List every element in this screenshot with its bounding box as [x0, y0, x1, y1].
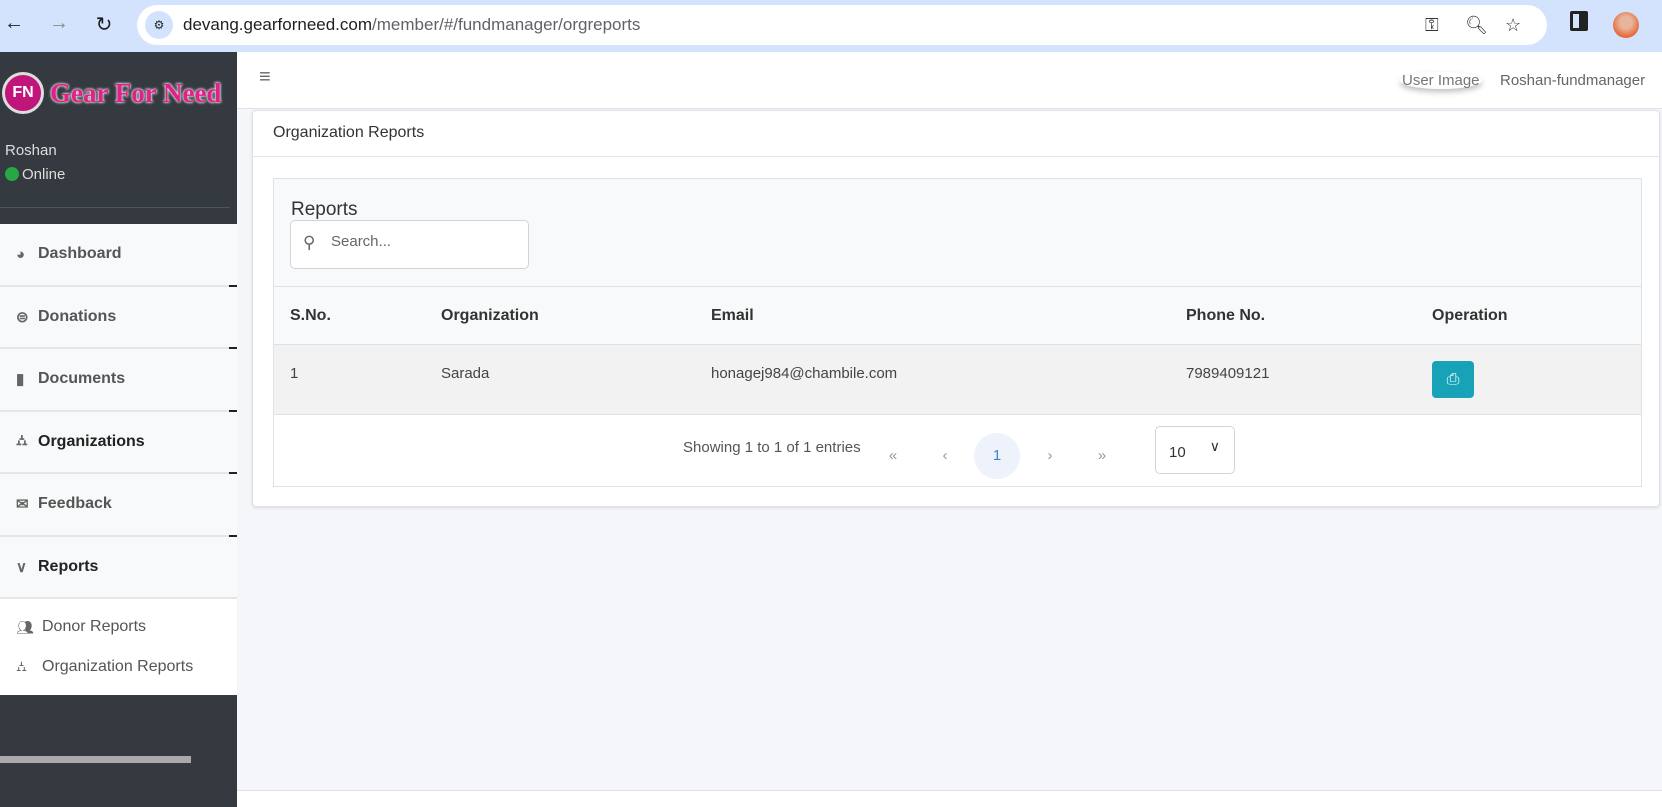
- status-label: Online: [22, 166, 66, 183]
- online-dot-icon: [5, 167, 19, 181]
- user-name: Roshan: [5, 142, 57, 159]
- next-page-button[interactable]: ›: [1027, 433, 1073, 479]
- print-icon: ⎙: [1446, 371, 1460, 388]
- sidebar-item-label: Dashboard: [38, 245, 122, 263]
- column-header-phone[interactable]: Phone No.: [1186, 307, 1265, 325]
- column-header-email[interactable]: Email: [711, 307, 754, 325]
- page-size-value: 10: [1169, 444, 1186, 461]
- sidebar-item-reports[interactable]: ∨ Reports: [0, 536, 237, 599]
- sidebar-item-label: Documents: [38, 370, 126, 388]
- cell-sno: 1: [290, 365, 299, 382]
- chevron-down-icon: ∨: [1209, 438, 1220, 454]
- envelope-icon: ✉: [16, 496, 29, 514]
- column-header-sno[interactable]: S.No.: [290, 307, 331, 325]
- forward-icon[interactable]: →: [47, 12, 71, 35]
- sidebar-item-feedback[interactable]: ✉ Feedback: [0, 474, 237, 539]
- divider: [253, 156, 1659, 157]
- report-card: Organization Reports Reports ⚲ S.No. Org…: [252, 110, 1660, 507]
- sitemap-icon: ⛼: [16, 432, 28, 450]
- column-header-organization[interactable]: Organization: [441, 307, 539, 325]
- table-header: S.No. Organization Email Phone No. Opera…: [274, 287, 1641, 345]
- sidebar-item-label: Organization Reports: [42, 658, 194, 675]
- user-role[interactable]: Roshan-fundmanager: [1500, 72, 1645, 89]
- sitemap-icon: ⛼: [16, 657, 27, 674]
- chevron-down-icon: ∨: [16, 558, 27, 576]
- user-image[interactable]: User Image: [1400, 72, 1482, 89]
- entries-info: Showing 1 to 1 of 1 entries: [683, 439, 861, 456]
- page-title: Organization Reports: [273, 124, 425, 141]
- reports-submenu: 👥︎ Donor Reports ⛼ Organization Reports: [0, 599, 237, 695]
- cell-email: honagej984@chambile.com: [711, 365, 898, 382]
- url-path: /member/#/fundmanager/orgreports: [372, 15, 641, 34]
- users-icon: 👥︎: [16, 618, 34, 635]
- sidebar-item-documents[interactable]: ▮ Documents: [0, 349, 237, 414]
- table-row: 1 Sarada honagej984@chambile.com 7989409…: [274, 345, 1641, 415]
- column-header-operation: Operation: [1432, 307, 1508, 324]
- key-icon[interactable]: ⚿: [1425, 15, 1439, 36]
- page-1-button[interactable]: 1: [974, 433, 1020, 479]
- reports-panel: Reports ⚲ S.No. Organization Email Phone…: [273, 178, 1642, 487]
- divider: [0, 207, 230, 208]
- cell-organization: Sarada: [441, 365, 490, 382]
- search-box: ⚲: [290, 220, 529, 269]
- last-page-button[interactable]: »: [1079, 433, 1125, 479]
- site-settings-icon[interactable]: ⚙: [145, 11, 173, 39]
- page-size-select[interactable]: 10 ∨: [1155, 426, 1235, 474]
- star-icon[interactable]: ☆: [1505, 15, 1521, 36]
- url-host: devang.gearforneed.com: [183, 15, 373, 34]
- menu-toggle-icon[interactable]: ≡: [259, 66, 271, 89]
- sidebar-item-label: Donor Reports: [42, 618, 147, 635]
- file-icon: ▮: [16, 371, 25, 389]
- first-page-button[interactable]: «: [870, 433, 916, 479]
- sidebar-item-label: Donations: [38, 307, 117, 325]
- footer: [237, 791, 1662, 807]
- sidebar-item-donations[interactable]: ⊜ Donations: [0, 286, 237, 351]
- sidebar-menu: ◕ Dashboard ⊜ Donations ▮ Documents ⛼ Organi…: [0, 224, 237, 695]
- sidebar-subitem-organization-reports[interactable]: ⛼ Organization Reports: [0, 647, 237, 687]
- print-button[interactable]: ⎙: [1432, 361, 1474, 398]
- reload-icon[interactable]: ↻: [92, 12, 116, 37]
- sidebar-scrollbar[interactable]: [0, 756, 191, 763]
- side-panel-icon[interactable]: [1570, 11, 1588, 31]
- zoom-icon[interactable]: 🔍︎: [1465, 15, 1488, 36]
- sidebar-item-label: Organizations: [38, 432, 145, 450]
- sidebar-item-label: Feedback: [38, 495, 112, 513]
- logo-text: Gear For Need: [50, 78, 222, 108]
- pagination: Showing 1 to 1 of 1 entries « ‹ 1 › » 10…: [274, 415, 1641, 486]
- panel-header: Reports ⚲: [274, 179, 1641, 287]
- browser-toolbar: ← → ↻ ⚙ devang.gearforneed.com/member/#/…: [0, 0, 1662, 52]
- search-icon: ⚲: [303, 233, 316, 252]
- logo-mark: FN: [2, 72, 44, 114]
- chart-pie-icon: ◕: [16, 245, 26, 263]
- section-title: Reports: [291, 199, 358, 220]
- cell-phone: 7989409121: [1186, 365, 1270, 382]
- sidebar-item-organizations[interactable]: ⛼ Organizations: [0, 411, 237, 476]
- url-text[interactable]: devang.gearforneed.com/member/#/fundmana…: [183, 15, 640, 35]
- sidebar: FN Gear For Need Roshan Online ◕ Dashboar…: [0, 52, 237, 807]
- top-header: ≡ User Image Roshan-fundmanager: [237, 52, 1662, 109]
- sidebar-item-label: Reports: [38, 557, 99, 575]
- sidebar-subitem-donor-reports[interactable]: 👥︎ Donor Reports: [0, 607, 237, 647]
- profile-avatar[interactable]: [1613, 12, 1639, 38]
- sidebar-item-dashboard[interactable]: ◕ Dashboard: [0, 224, 237, 289]
- address-bar[interactable]: ⚙ devang.gearforneed.com/member/#/fundma…: [137, 5, 1547, 45]
- back-icon[interactable]: ←: [2, 12, 26, 35]
- prev-page-button[interactable]: ‹: [922, 433, 968, 479]
- donate-icon: ⊜: [16, 308, 29, 326]
- logo[interactable]: FN Gear For Need: [0, 70, 228, 114]
- user-status: Online: [5, 166, 65, 183]
- search-input[interactable]: [331, 233, 521, 250]
